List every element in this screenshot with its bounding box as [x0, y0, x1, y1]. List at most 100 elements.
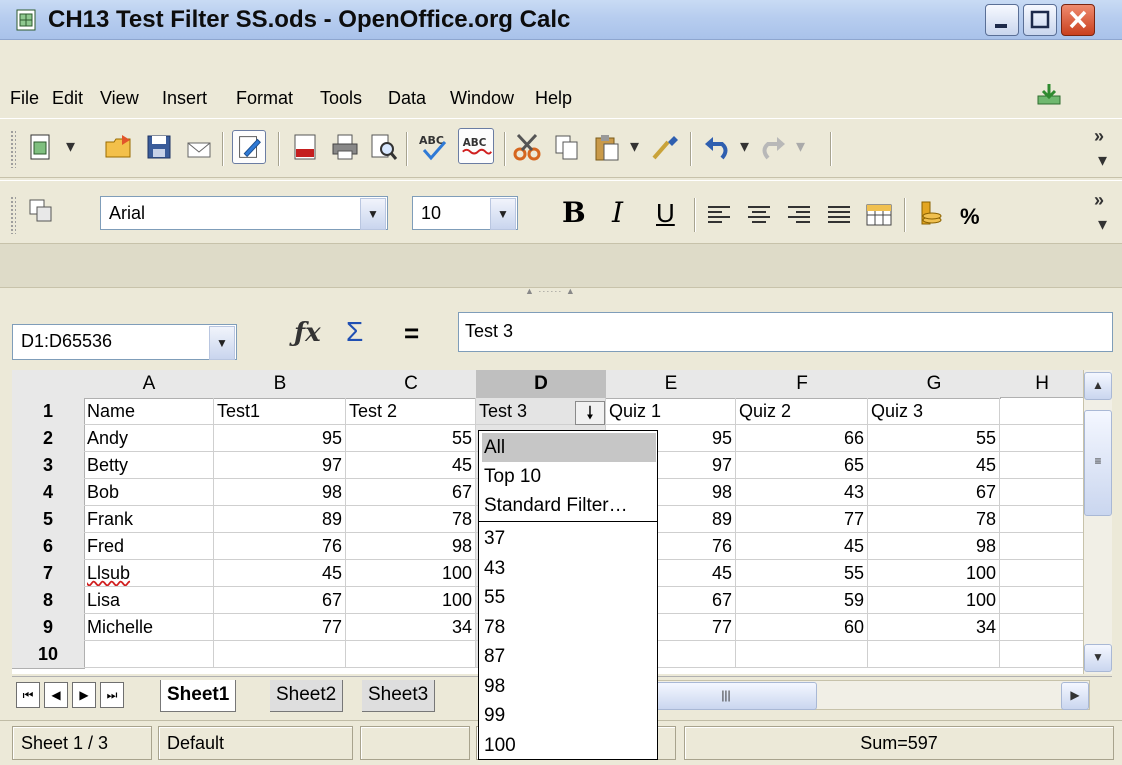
- column-header-e[interactable]: E: [606, 370, 737, 399]
- cell-h10[interactable]: [1000, 641, 1086, 668]
- bold-button[interactable]: B: [562, 196, 586, 229]
- status-page-style[interactable]: Default: [158, 726, 353, 760]
- formula-input[interactable]: Test 3: [458, 312, 1113, 352]
- clone-formatting-icon[interactable]: [650, 132, 680, 162]
- cell-a5[interactable]: Frank: [84, 506, 214, 533]
- cell-h1[interactable]: [1000, 398, 1086, 425]
- open-folder-icon[interactable]: [104, 132, 134, 162]
- filter-option-100[interactable]: 100: [482, 731, 656, 760]
- menu-data[interactable]: Data: [388, 88, 426, 109]
- spellcheck-icon[interactable]: ABC: [416, 130, 450, 164]
- chevron-down-icon[interactable]: ▼: [209, 326, 235, 360]
- cell-c4[interactable]: 67: [346, 479, 476, 506]
- cell-a9[interactable]: Michelle: [84, 614, 214, 641]
- scroll-up-icon[interactable]: ▲: [1084, 372, 1112, 400]
- styles-formatting-icon[interactable]: [26, 196, 56, 226]
- filter-option-99[interactable]: 99: [482, 701, 656, 730]
- cut-icon[interactable]: [512, 132, 542, 162]
- cell-f6[interactable]: 45: [736, 533, 868, 560]
- cell-f9[interactable]: 60: [736, 614, 868, 641]
- column-header-c[interactable]: C: [346, 370, 477, 399]
- cell-c5[interactable]: 78: [346, 506, 476, 533]
- menu-help[interactable]: Help: [535, 88, 572, 109]
- formula-equals-button[interactable]: =: [404, 318, 419, 349]
- undo-icon[interactable]: [702, 132, 732, 162]
- new-dropdown-icon[interactable]: ▾: [66, 136, 75, 157]
- font-name-combo[interactable]: Arial ▼: [100, 196, 388, 230]
- row-header-4[interactable]: 4: [12, 479, 85, 507]
- row-header-10[interactable]: 10: [12, 641, 85, 669]
- splitter-handle-icon[interactable]: ▲ ······ ▲: [525, 286, 576, 296]
- cell-f8[interactable]: 59: [736, 587, 868, 614]
- merge-cells-icon[interactable]: [864, 200, 894, 230]
- cell-g2[interactable]: 55: [868, 425, 1000, 452]
- scroll-right-icon[interactable]: ▶: [1061, 682, 1089, 710]
- font-size-combo[interactable]: 10 ▼: [412, 196, 518, 230]
- toolbar-grip[interactable]: [10, 130, 16, 168]
- cell-b3[interactable]: 97: [214, 452, 346, 479]
- cell-a2[interactable]: Andy: [84, 425, 214, 452]
- filter-option-all[interactable]: All: [482, 433, 656, 462]
- align-right-icon[interactable]: [784, 200, 814, 230]
- cell-g10[interactable]: [868, 641, 1000, 668]
- toolbar-options-icon[interactable]: ▾: [1098, 214, 1107, 235]
- cell-f7[interactable]: 55: [736, 560, 868, 587]
- filter-option-37[interactable]: 37: [482, 524, 656, 553]
- update-download-icon[interactable]: [1036, 82, 1062, 106]
- cell-b7[interactable]: 45: [214, 560, 346, 587]
- filter-option-55[interactable]: 55: [482, 583, 656, 612]
- toolbar-overflow-icon[interactable]: »: [1094, 126, 1104, 147]
- row-header-7[interactable]: 7: [12, 560, 85, 588]
- cell-h5[interactable]: [1000, 506, 1086, 533]
- cell-e1[interactable]: Quiz 1: [606, 398, 736, 425]
- cell-g9[interactable]: 34: [868, 614, 1000, 641]
- filter-option-87[interactable]: 87: [482, 642, 656, 671]
- menu-edit[interactable]: Edit: [52, 88, 83, 109]
- cell-g3[interactable]: 45: [868, 452, 1000, 479]
- cell-h2[interactable]: [1000, 425, 1086, 452]
- row-header-1[interactable]: 1: [12, 398, 85, 426]
- sheet-tab-sheet1[interactable]: Sheet1: [160, 680, 237, 712]
- copy-icon[interactable]: [552, 132, 582, 162]
- cell-b4[interactable]: 98: [214, 479, 346, 506]
- menu-file[interactable]: File: [10, 88, 39, 109]
- cell-a1[interactable]: Name: [84, 398, 214, 425]
- menu-format[interactable]: Format: [236, 88, 293, 109]
- column-header-g[interactable]: G: [868, 370, 1001, 399]
- row-header-8[interactable]: 8: [12, 587, 85, 615]
- toolbar-grip[interactable]: [10, 196, 16, 234]
- paste-dropdown-icon[interactable]: ▾: [630, 136, 639, 157]
- close-button[interactable]: [1061, 4, 1095, 36]
- cell-g6[interactable]: 98: [868, 533, 1000, 560]
- cell-g5[interactable]: 78: [868, 506, 1000, 533]
- new-document-icon[interactable]: [26, 132, 56, 162]
- toolbar-overflow-icon[interactable]: »: [1094, 190, 1104, 211]
- cell-a3[interactable]: Betty: [84, 452, 214, 479]
- cell-c2[interactable]: 55: [346, 425, 476, 452]
- column-header-b[interactable]: B: [214, 370, 347, 399]
- menu-window[interactable]: Window: [450, 88, 514, 109]
- cell-a6[interactable]: Fred: [84, 533, 214, 560]
- cell-b1[interactable]: Test1: [214, 398, 346, 425]
- cell-g7[interactable]: 100: [868, 560, 1000, 587]
- cell-c7[interactable]: 100: [346, 560, 476, 587]
- row-header-9[interactable]: 9: [12, 614, 85, 642]
- minimize-button[interactable]: [985, 4, 1019, 36]
- menu-insert[interactable]: Insert: [162, 88, 207, 109]
- cell-g4[interactable]: 67: [868, 479, 1000, 506]
- cell-f2[interactable]: 66: [736, 425, 868, 452]
- autofilter-dropdown[interactable]: All Top 10 Standard Filter… 37 43 55 78 87 98 99 1…: [478, 430, 658, 760]
- cell-h8[interactable]: [1000, 587, 1086, 614]
- autofilter-arrow-icon[interactable]: 🠗: [575, 401, 605, 425]
- cell-b6[interactable]: 76: [214, 533, 346, 560]
- percent-format-button[interactable]: %: [960, 204, 980, 230]
- cell-f10[interactable]: [736, 641, 868, 668]
- cell-a4[interactable]: Bob: [84, 479, 214, 506]
- last-sheet-icon[interactable]: ⏭: [100, 682, 124, 708]
- email-icon[interactable]: [184, 134, 214, 164]
- vertical-scroll-thumb[interactable]: ≡: [1084, 410, 1112, 516]
- sum-icon[interactable]: Σ: [346, 316, 363, 348]
- cell-c1[interactable]: Test 2: [346, 398, 476, 425]
- cell-a10[interactable]: [84, 641, 214, 668]
- cell-f5[interactable]: 77: [736, 506, 868, 533]
